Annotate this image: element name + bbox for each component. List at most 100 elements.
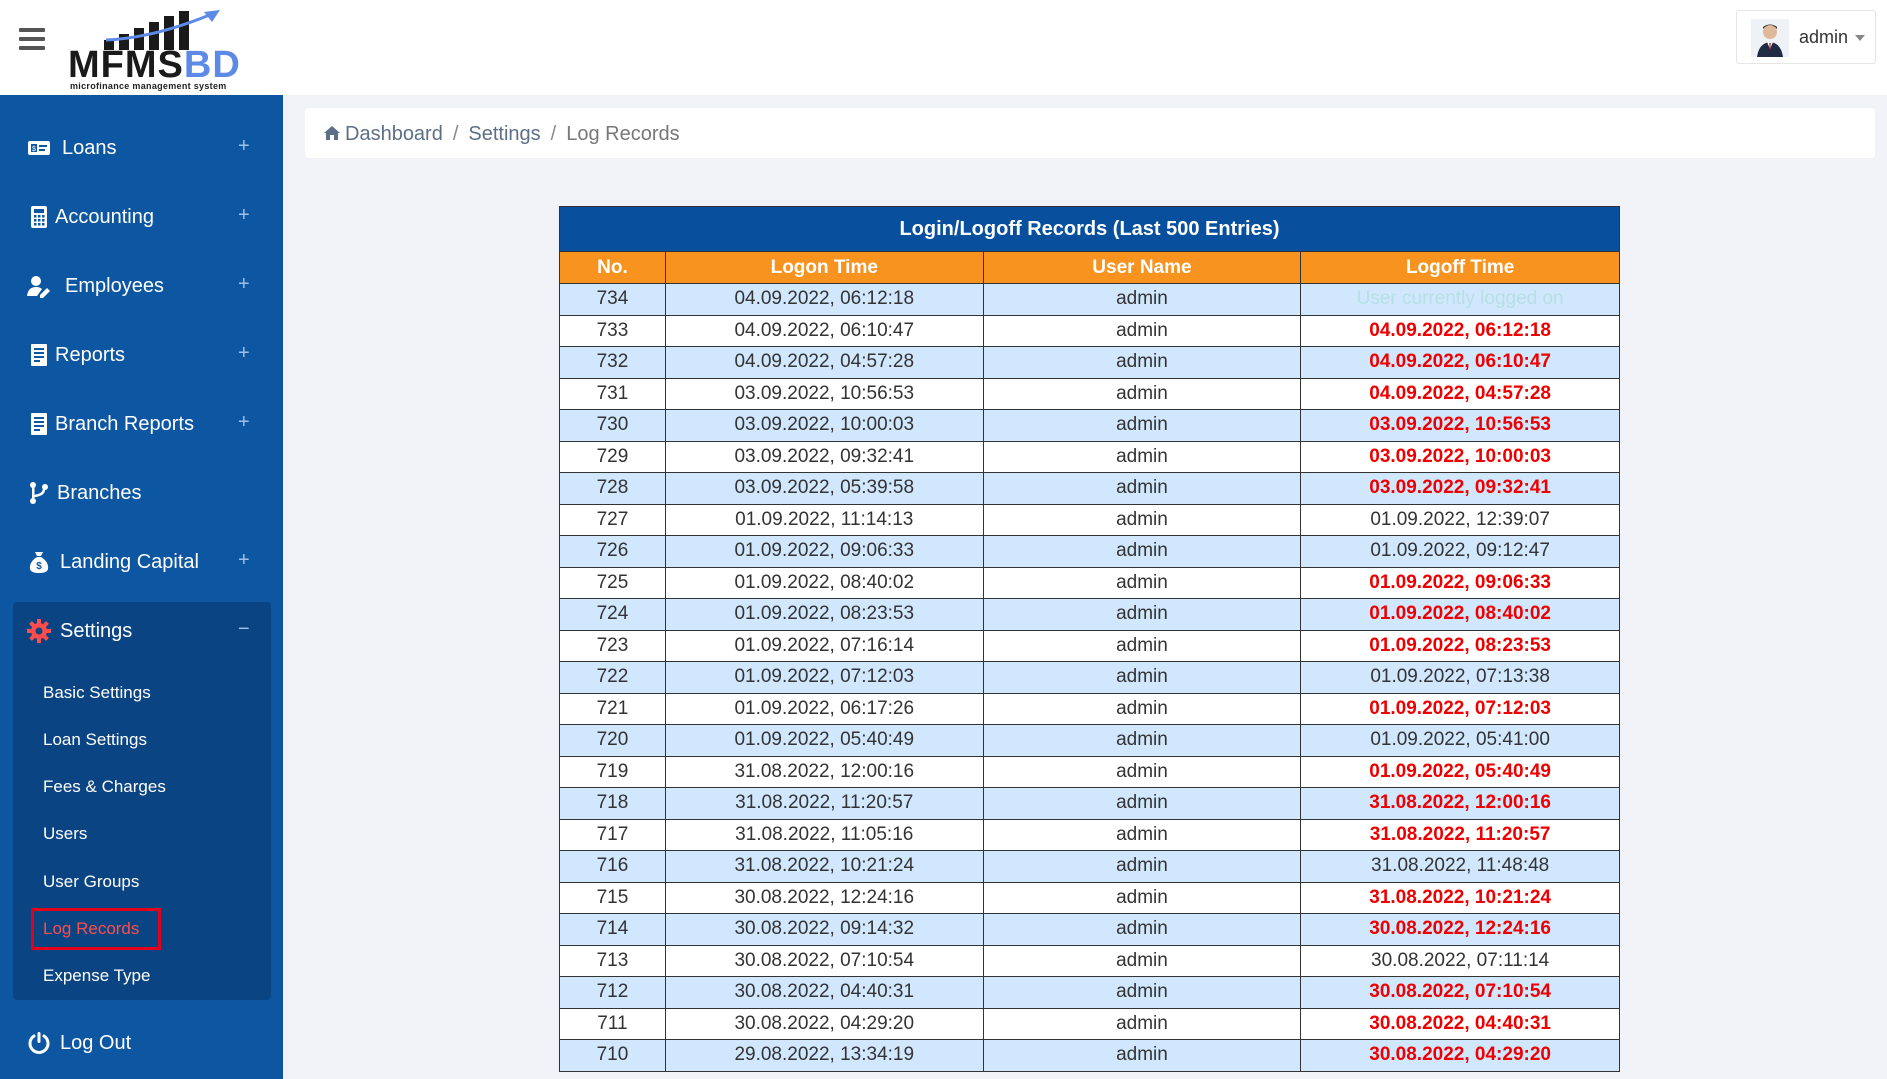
breadcrumb-label: Dashboard <box>345 123 443 145</box>
cell-no: 729 <box>559 440 666 473</box>
breadcrumb-current: Log Records <box>566 123 680 145</box>
cell-user-name: admin <box>982 566 1302 599</box>
expand-plus-icon: + <box>238 411 250 433</box>
logo[interactable]: MFMSBD microfinance management system <box>66 4 246 91</box>
table-row: 733 04.09.2022, 06:10:47 admin 04.09.2022, … <box>559 314 1620 347</box>
cell-logoff-time: 03.09.2022, 10:00:03 <box>1300 440 1620 473</box>
cell-logon-time: 01.09.2022, 05:40:49 <box>664 724 984 757</box>
table-row: 725 01.09.2022, 08:40:02 admin 01.09.2022, … <box>559 566 1620 599</box>
submenu-loan-settings[interactable]: Loan Settings <box>43 730 147 750</box>
cell-no: 723 <box>559 629 666 662</box>
sidebar-item-label: Loans <box>62 137 117 159</box>
sidebar-item-branch-reports[interactable]: Branch Reports + <box>0 394 283 454</box>
user-avatar-icon <box>1751 19 1789 57</box>
sidebar-item-label: Accounting <box>55 206 154 228</box>
cell-logoff-time: 01.09.2022, 07:12:03 <box>1300 692 1620 725</box>
submenu-expense-type[interactable]: Expense Type <box>43 966 150 986</box>
cell-logoff-time: 01.09.2022, 12:39:07 <box>1300 503 1620 536</box>
cell-logoff-time: 01.09.2022, 07:13:38 <box>1300 661 1620 694</box>
sidebar-item-loans[interactable]: $ Loans + <box>0 118 283 178</box>
submenu-users[interactable]: Users <box>43 824 87 844</box>
svg-text:$: $ <box>36 561 42 572</box>
table-row: 728 03.09.2022, 05:39:58 admin 03.09.2022, … <box>559 472 1620 505</box>
table-row: 721 01.09.2022, 06:17:26 admin 01.09.2022, … <box>559 692 1620 725</box>
cell-user-name: admin <box>982 535 1302 568</box>
submenu-user-groups[interactable]: User Groups <box>43 872 139 892</box>
cell-logoff-time: 31.08.2022, 10:21:24 <box>1300 881 1620 914</box>
sidebar-item-settings[interactable]: Settings − <box>0 601 283 661</box>
cell-user-name: admin <box>982 976 1302 1009</box>
cell-no: 722 <box>559 661 666 694</box>
cell-logoff-time: 04.09.2022, 04:57:28 <box>1300 377 1620 410</box>
cell-user-name: admin <box>982 818 1302 851</box>
user-menu-dropdown[interactable]: admin <box>1736 10 1876 64</box>
table-row: 720 01.09.2022, 05:40:49 admin 01.09.2022, … <box>559 724 1620 757</box>
document-icon <box>31 413 47 435</box>
cell-no: 733 <box>559 314 666 347</box>
sidebar-item-reports[interactable]: Reports + <box>0 325 283 385</box>
cell-logoff-time: 04.09.2022, 06:12:18 <box>1300 314 1620 347</box>
cell-user-name: admin <box>982 1007 1302 1040</box>
table-row: 722 01.09.2022, 07:12:03 admin 01.09.2022, … <box>559 661 1620 694</box>
sidebar-item-log-out[interactable]: Log Out <box>0 1013 283 1073</box>
chevron-down-icon <box>1855 35 1865 41</box>
cell-no: 726 <box>559 535 666 568</box>
cell-user-name: admin <box>982 724 1302 757</box>
cell-logon-time: 03.09.2022, 09:32:41 <box>664 440 984 473</box>
table-row: 734 04.09.2022, 06:12:18 admin User current… <box>559 283 1620 316</box>
sidebar-item-landing-capital[interactable]: $ Landing Capital + <box>0 532 283 592</box>
cell-logon-time: 04.09.2022, 06:10:47 <box>664 314 984 347</box>
user-edit-icon <box>27 276 50 298</box>
cell-user-name: admin <box>982 440 1302 473</box>
cell-logoff-time: 01.09.2022, 08:40:02 <box>1300 598 1620 631</box>
table-body: 734 04.09.2022, 06:12:18 admin User current… <box>559 283 1620 1072</box>
cell-no: 717 <box>559 818 666 851</box>
cell-logon-time: 01.09.2022, 08:40:02 <box>664 566 984 599</box>
cell-no: 725 <box>559 566 666 599</box>
expand-plus-icon: + <box>238 273 250 295</box>
breadcrumb-dashboard-link[interactable]: Dashboard <box>323 123 443 145</box>
logo-tagline: microfinance management system <box>70 81 227 91</box>
table-title: Login/Logoff Records (Last 500 Entries) <box>559 206 1620 252</box>
expand-plus-icon: + <box>238 549 250 571</box>
cell-user-name: admin <box>982 346 1302 379</box>
breadcrumb-settings-link[interactable]: Settings <box>468 123 540 145</box>
table-row: 729 03.09.2022, 09:32:41 admin 03.09.2022, … <box>559 440 1620 473</box>
avatar <box>1751 19 1789 57</box>
cell-user-name: admin <box>982 283 1302 316</box>
sidebar-item-accounting[interactable]: Accounting + <box>0 187 283 247</box>
column-header-logoff-time: Logoff Time <box>1300 251 1620 284</box>
table-row: 718 31.08.2022, 11:20:57 admin 31.08.2022, … <box>559 787 1620 820</box>
cell-user-name: admin <box>982 377 1302 410</box>
table-row: 724 01.09.2022, 08:23:53 admin 01.09.2022, … <box>559 598 1620 631</box>
table-row: 727 01.09.2022, 11:14:13 admin 01.09.2022, … <box>559 503 1620 536</box>
top-bar: MFMSBD microfinance management system ad… <box>0 0 1887 95</box>
cell-logoff-time: 30.08.2022, 04:40:31 <box>1300 1007 1620 1040</box>
cell-user-name: admin <box>982 787 1302 820</box>
breadcrumb: Dashboard / Settings / Log Records <box>305 108 1875 158</box>
submenu-fees-charges[interactable]: Fees & Charges <box>43 777 166 797</box>
cell-no: 734 <box>559 283 666 316</box>
cell-logoff-time: 30.08.2022, 12:24:16 <box>1300 913 1620 946</box>
cell-logoff-time: User currently logged on <box>1300 283 1620 316</box>
cell-no: 710 <box>559 1039 666 1072</box>
active-item-highlight <box>31 908 161 950</box>
cell-user-name: admin <box>982 409 1302 442</box>
cell-user-name: admin <box>982 472 1302 505</box>
cell-no: 719 <box>559 755 666 788</box>
submenu-basic-settings[interactable]: Basic Settings <box>43 683 151 703</box>
table-row: 726 01.09.2022, 09:06:33 admin 01.09.2022, … <box>559 535 1620 568</box>
cell-user-name: admin <box>982 944 1302 977</box>
hamburger-menu-icon[interactable] <box>19 28 45 50</box>
cell-user-name: admin <box>982 598 1302 631</box>
cell-logon-time: 01.09.2022, 07:16:14 <box>664 629 984 662</box>
home-icon <box>324 126 340 140</box>
sidebar-item-employees[interactable]: Employees + <box>0 256 283 316</box>
table-row: 716 31.08.2022, 10:21:24 admin 31.08.2022, … <box>559 850 1620 883</box>
table-row: 710 29.08.2022, 13:34:19 admin 30.08.2022, … <box>559 1039 1620 1072</box>
cell-no: 713 <box>559 944 666 977</box>
sidebar-item-branches[interactable]: Branches <box>0 463 283 523</box>
cell-no: 730 <box>559 409 666 442</box>
cell-no: 715 <box>559 881 666 914</box>
cell-logon-time: 01.09.2022, 06:17:26 <box>664 692 984 725</box>
